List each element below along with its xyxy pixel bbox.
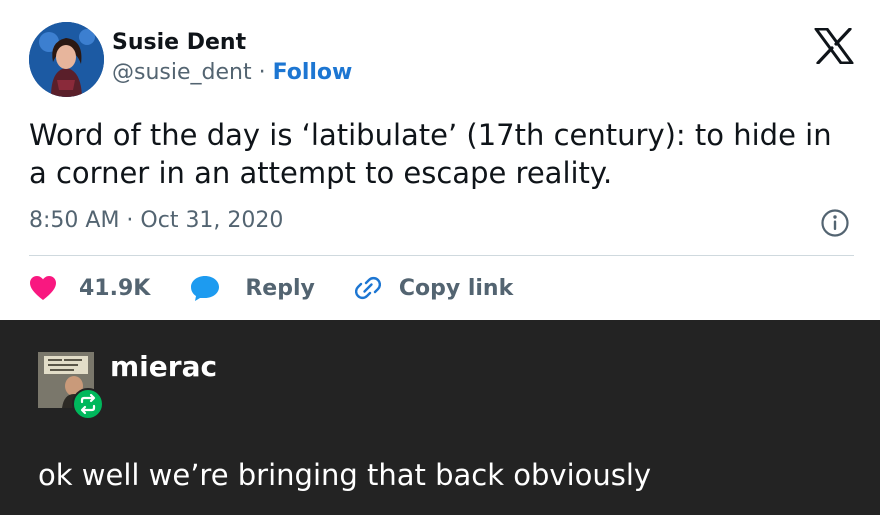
reblog-badge	[72, 388, 104, 420]
reblogger-username[interactable]: mierac	[110, 350, 217, 383]
copy-link-label: Copy link	[398, 275, 514, 301]
link-icon	[354, 276, 381, 300]
author-avatar[interactable]	[29, 22, 104, 97]
reply-button[interactable]: Reply	[190, 274, 315, 302]
tweet-divider	[29, 255, 854, 256]
tweet-actions-bar: 41.9K Reply Copy link	[29, 270, 513, 306]
reply-label: Reply	[245, 275, 315, 301]
reply-bubble-icon	[191, 276, 220, 301]
heart-icon	[30, 276, 56, 300]
like-count: 41.9K	[79, 275, 151, 301]
tweet-text: Word of the day is ‘latibulate’ (17th ce…	[29, 118, 832, 190]
author-handle[interactable]: @susie_dent	[112, 60, 252, 85]
author-handle-row: @susie_dent · Follow	[112, 60, 352, 85]
like-button[interactable]: 41.9K	[29, 275, 150, 301]
x-logo-icon[interactable]	[814, 28, 854, 64]
reblog-icon	[80, 393, 96, 415]
separator-dot: ·	[258, 60, 266, 85]
copy-link-button[interactable]: Copy link	[354, 275, 514, 301]
tweet-timestamp[interactable]: 8:50 AM · Oct 31, 2020	[29, 208, 283, 233]
tweet-card: Susie Dent @susie_dent · Follow Word of …	[0, 0, 880, 320]
follow-button[interactable]: Follow	[273, 60, 353, 85]
reblog-text: ok well we’re bringing that back obvious…	[38, 458, 652, 492]
author-name[interactable]: Susie Dent	[112, 30, 246, 55]
info-icon[interactable]	[820, 208, 850, 238]
